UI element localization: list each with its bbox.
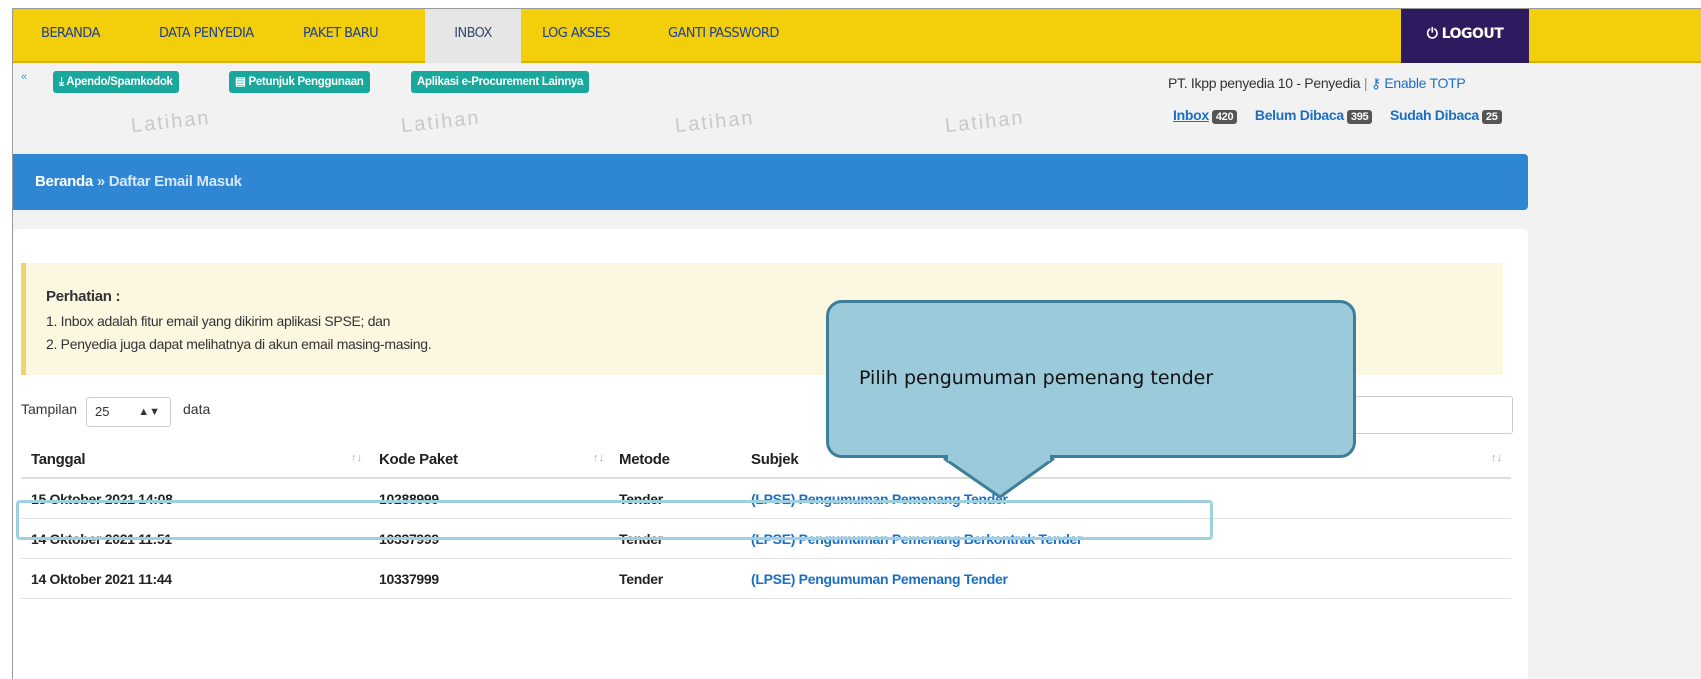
header-metode[interactable]: Metode <box>619 451 670 468</box>
sort-icon[interactable]: ↑↓ <box>1491 452 1502 464</box>
watermark: Latihan <box>130 106 212 138</box>
callout-text: Pilih pengumuman pemenang tender <box>859 367 1214 389</box>
user-separator: | <box>1363 75 1368 91</box>
nav-data-penyedia[interactable]: DATA PENYEDIA <box>159 9 254 63</box>
user-name: PT. Ikpp penyedia 10 - Penyedia <box>1168 75 1361 91</box>
petunjuk-label: Petunjuk Penggunaan <box>248 76 364 88</box>
breadcrumb-home[interactable]: Beranda <box>35 173 93 190</box>
read-counter[interactable]: Sudah Dibaca 25 <box>1389 107 1502 124</box>
breadcrumb-bar: Beranda » Daftar Email Masuk <box>13 154 1528 210</box>
table-row[interactable]: 14 Oktober 2021 11:44 10337999 Tender (L… <box>21 559 1511 599</box>
apendo-button[interactable]: ⤓ Apendo/Spamkodok <box>53 71 179 93</box>
collapse-chevron-icon[interactable]: « <box>21 71 27 83</box>
length-suffix: data <box>183 401 211 417</box>
watermark: Latihan <box>400 106 482 138</box>
power-icon: ⏻ <box>1426 26 1438 42</box>
logout-label: LOGOUT <box>1441 26 1504 42</box>
cell-tanggal: 14 Oktober 2021 11:44 <box>31 571 172 587</box>
read-counter-label: Sudah Dibaca <box>1389 107 1479 123</box>
notice-title: Perhatian : <box>46 288 121 305</box>
logout-button[interactable]: ⏻ LOGOUT <box>1401 9 1529 63</box>
petunjuk-button[interactable]: ▤ Petunjuk Penggunaan <box>229 71 370 93</box>
aplikasi-button[interactable]: Aplikasi e-Procurement Lainnya <box>411 71 590 93</box>
inbox-counters: Inbox 420 Belum Dibaca 395 Sudah Dibaca 25 <box>1173 107 1502 124</box>
unread-counter-label: Belum Dibaca <box>1254 107 1344 123</box>
page-length-value: 25 <box>95 404 110 419</box>
updown-arrow-icon: ▲▼ <box>138 406 160 418</box>
nav-paket-baru[interactable]: PAKET BARU <box>303 9 379 63</box>
apendo-label: Apendo/Spamkodok <box>66 76 173 88</box>
sub-bar: « ⤓ Apendo/Spamkodok ▤ Petunjuk Pengguna… <box>13 65 1701 95</box>
nav-inbox[interactable]: INBOX <box>425 9 521 63</box>
nav-beranda[interactable]: BERANDA <box>41 9 100 63</box>
inbox-counter-label: Inbox <box>1173 107 1209 123</box>
read-count-badge: 25 <box>1481 110 1502 124</box>
nav-ganti-password[interactable]: GANTI PASSWORD <box>668 9 779 63</box>
cell-kode: 10337999 <box>379 571 439 587</box>
notice-line: 2. Penyedia juga dapat melihatnya di aku… <box>46 336 432 352</box>
totp-label: Enable TOTP <box>1384 75 1466 91</box>
breadcrumb-current: Daftar Email Masuk <box>108 173 242 190</box>
search-input[interactable] <box>1343 396 1513 434</box>
header-subjek[interactable]: Subjek <box>751 451 799 468</box>
user-info: PT. Ikpp penyedia 10 - Penyedia | ⚷ Enab… <box>1168 75 1466 92</box>
page-length-control: Tampilan 25 ▲▼ data <box>21 397 210 427</box>
page-length-select[interactable]: 25 ▲▼ <box>86 397 171 427</box>
top-nav: BERANDA DATA PENYEDIA PAKET BARU INBOX L… <box>13 9 1701 63</box>
cell-metode: Tender <box>619 571 663 587</box>
callout-box: Pilih pengumuman pemenang tender <box>826 300 1356 458</box>
header-tanggal[interactable]: Tanggal <box>31 451 86 468</box>
inbox-count-badge: 420 <box>1211 110 1238 124</box>
breadcrumb-separator: » <box>96 173 105 190</box>
nav-log-akses[interactable]: LOG AKSES <box>542 9 611 63</box>
book-icon: ▤ <box>235 76 249 88</box>
key-icon: ⚷ <box>1370 75 1385 91</box>
notice-line: 1. Inbox adalah fitur email yang dikirim… <box>46 313 391 329</box>
unread-count-badge: 395 <box>1346 110 1373 124</box>
email-subject-link[interactable]: (LPSE) Pengumuman Pemenang Tender <box>751 571 1008 587</box>
enable-totp-link[interactable]: ⚷ Enable TOTP <box>1371 75 1466 91</box>
watermark: Latihan <box>944 106 1026 138</box>
sort-icon[interactable]: ↑↓ <box>593 452 604 464</box>
row-highlight-box <box>16 500 1213 540</box>
length-label: Tampilan <box>21 401 78 417</box>
unread-counter[interactable]: Belum Dibaca 395 <box>1254 107 1373 124</box>
watermark: Latihan <box>674 106 756 138</box>
sort-icon[interactable]: ↑↓ <box>351 452 362 464</box>
header-kode-paket[interactable]: Kode Paket <box>379 451 458 468</box>
inbox-counter[interactable]: Inbox 420 <box>1173 107 1238 124</box>
breadcrumb: Beranda » Daftar Email Masuk <box>35 173 242 190</box>
